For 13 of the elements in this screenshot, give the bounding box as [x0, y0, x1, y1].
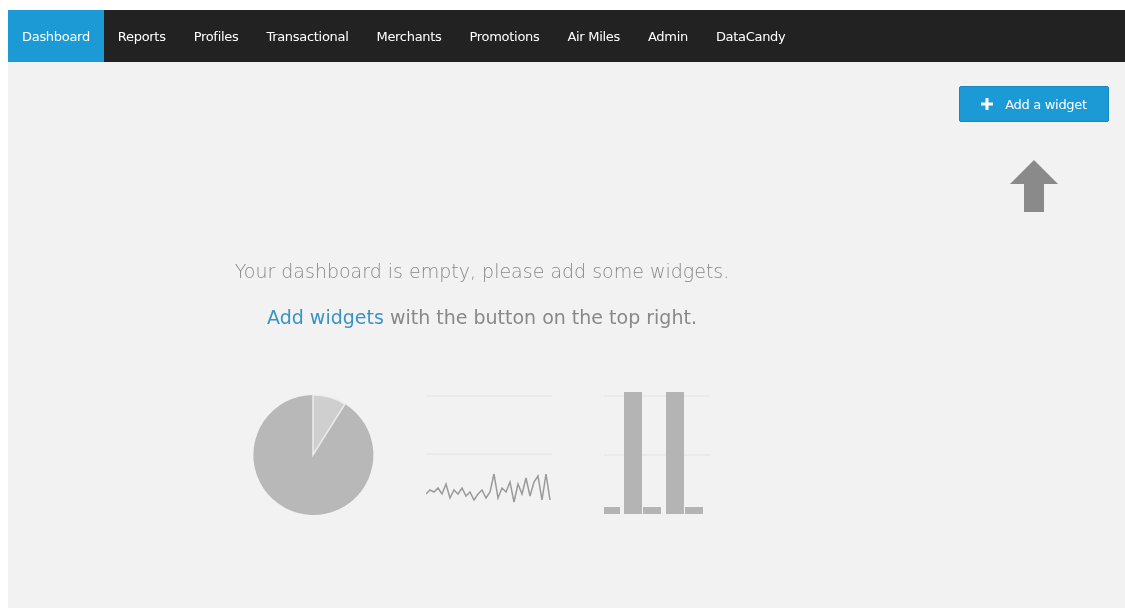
nav-tab[interactable]: Air Miles	[553, 10, 634, 62]
up-arrow-icon	[1010, 160, 1058, 212]
nav-tab[interactable]: Reports	[103, 10, 180, 62]
hint-text: with the button on the top right.	[388, 306, 697, 328]
plus-icon	[981, 98, 994, 110]
chart-bar	[604, 507, 620, 514]
nav-tab[interactable]: Transactional	[252, 10, 363, 62]
nav-tab[interactable]: Profiles	[179, 10, 253, 62]
nav-tab[interactable]: Admin	[633, 10, 702, 62]
nav-tab[interactable]: Promotions	[455, 10, 554, 62]
empty-message: Your dashboard is empty, please add some widgets.	[234, 260, 730, 282]
nav-tab[interactable]: DataCandy	[701, 10, 800, 62]
nav-tab[interactable]: Merchants	[362, 10, 456, 62]
